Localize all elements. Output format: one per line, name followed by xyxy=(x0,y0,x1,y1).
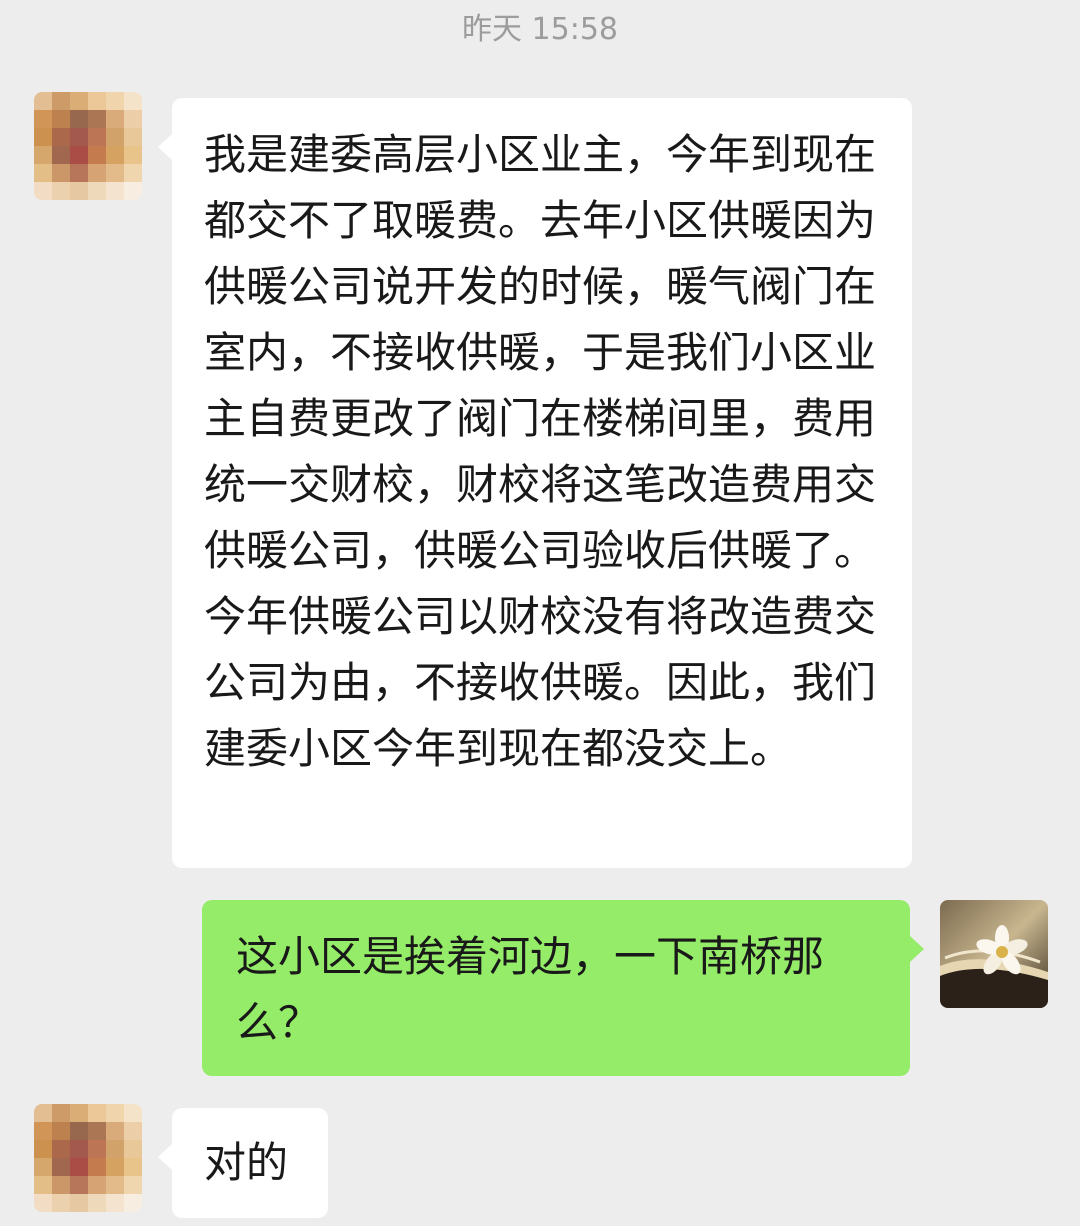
avatar-mosaic-tile xyxy=(88,1158,106,1176)
avatar-mosaic-tile xyxy=(88,128,106,146)
avatar-mosaic-tile xyxy=(106,110,124,128)
flower-book-icon xyxy=(940,900,1048,1008)
avatar-mosaic-tile xyxy=(52,92,70,110)
avatar-mosaic-tile xyxy=(34,1104,52,1122)
avatar-mosaic-tile xyxy=(52,182,70,200)
message-text: 对的 xyxy=(204,1138,289,1187)
avatar-mosaic-tile xyxy=(52,110,70,128)
avatar-mosaic-tile xyxy=(106,146,124,164)
avatar-mosaic-tile xyxy=(88,1140,106,1158)
avatar-mosaic-tile xyxy=(52,164,70,182)
avatar-mosaic-tile xyxy=(106,182,124,200)
avatar-mosaic-tile xyxy=(52,1176,70,1194)
avatar-mosaic-tile xyxy=(52,1122,70,1140)
avatar-mosaic-tile xyxy=(106,1140,124,1158)
chat-timestamp: 昨天 15:58 xyxy=(462,12,618,47)
avatar-mosaic-tile xyxy=(70,1122,88,1140)
avatar-mosaic-tile xyxy=(70,128,88,146)
avatar-mosaic-tile xyxy=(52,128,70,146)
avatar-mosaic-tile xyxy=(34,92,52,110)
sender-avatar-icon[interactable] xyxy=(34,92,142,200)
avatar-mosaic-tile xyxy=(106,164,124,182)
avatar-mosaic-tile xyxy=(106,1158,124,1176)
avatar-mosaic-tile xyxy=(124,1104,142,1122)
avatar-mosaic-tile xyxy=(70,1176,88,1194)
avatar-mosaic-tile xyxy=(70,110,88,128)
avatar-mosaic-tile xyxy=(34,128,52,146)
avatar-mosaic-tile xyxy=(34,1176,52,1194)
avatar-mosaic-tile xyxy=(124,164,142,182)
avatar-mosaic-tile xyxy=(34,182,52,200)
avatar-mosaic-tile xyxy=(106,1122,124,1140)
avatar-mosaic-tile xyxy=(52,1140,70,1158)
sender-avatar-icon[interactable] xyxy=(34,1104,142,1212)
avatar-mosaic-tile xyxy=(88,146,106,164)
avatar-mosaic-tile xyxy=(106,92,124,110)
avatar-mosaic-tile xyxy=(124,92,142,110)
avatar-mosaic-tile xyxy=(124,182,142,200)
avatar-mosaic-tile xyxy=(88,1194,106,1212)
avatar-mosaic-tile xyxy=(70,146,88,164)
avatar-mosaic-tile xyxy=(34,164,52,182)
avatar-mosaic-tile xyxy=(124,1194,142,1212)
avatar-mosaic-tile xyxy=(88,1176,106,1194)
avatar-mosaic-tile xyxy=(34,1194,52,1212)
avatar-mosaic-tile xyxy=(106,1176,124,1194)
avatar-mosaic-tile xyxy=(124,110,142,128)
self-avatar-icon[interactable] xyxy=(940,900,1048,1008)
avatar-mosaic-tile xyxy=(70,1194,88,1212)
avatar-mosaic-tile xyxy=(88,92,106,110)
avatar-mosaic-tile xyxy=(52,1104,70,1122)
avatar-mosaic-tile xyxy=(106,128,124,146)
avatar-mosaic-tile xyxy=(124,146,142,164)
avatar-mosaic-tile xyxy=(124,1176,142,1194)
avatar-mosaic-tile xyxy=(70,92,88,110)
avatar-mosaic-tile xyxy=(70,1158,88,1176)
avatar-mosaic-tile xyxy=(70,182,88,200)
avatar-mosaic-tile xyxy=(124,1122,142,1140)
avatar-mosaic-tile xyxy=(106,1104,124,1122)
avatar-mosaic-tile xyxy=(34,110,52,128)
avatar-mosaic-tile xyxy=(88,1104,106,1122)
message-bubble-outgoing[interactable]: 这小区是挨着河边，一下南桥那么？ xyxy=(202,900,924,1076)
avatar-mosaic-tile xyxy=(88,182,106,200)
avatar-mosaic-tile xyxy=(70,1104,88,1122)
avatar-mosaic-tile xyxy=(88,164,106,182)
message-text: 这小区是挨着河边，一下南桥那么？ xyxy=(236,932,825,1047)
avatar-mosaic-tile xyxy=(34,1140,52,1158)
avatar-mosaic-tile xyxy=(34,1122,52,1140)
avatar-mosaic-tile xyxy=(70,1140,88,1158)
message-bubble-incoming[interactable]: 我是建委高层小区业主，今年到现在都交不了取暖费。去年小区供暖因为供暖公司说开发的… xyxy=(158,98,912,868)
message-text: 我是建委高层小区业主，今年到现在都交不了取暖费。去年小区供暖因为供暖公司说开发的… xyxy=(204,130,877,773)
avatar-mosaic-tile xyxy=(88,110,106,128)
avatar-mosaic-tile xyxy=(52,1158,70,1176)
avatar-mosaic-tile xyxy=(52,146,70,164)
avatar-mosaic-tile xyxy=(124,1140,142,1158)
avatar-mosaic-tile xyxy=(70,164,88,182)
avatar-mosaic-tile xyxy=(124,1158,142,1176)
avatar-mosaic-tile xyxy=(124,128,142,146)
avatar-mosaic-tile xyxy=(34,1158,52,1176)
avatar-mosaic-tile xyxy=(88,1122,106,1140)
avatar-mosaic-tile xyxy=(106,1194,124,1212)
message-bubble-incoming[interactable]: 对的 xyxy=(158,1108,328,1218)
avatar-mosaic-tile xyxy=(34,146,52,164)
avatar-mosaic-tile xyxy=(52,1194,70,1212)
